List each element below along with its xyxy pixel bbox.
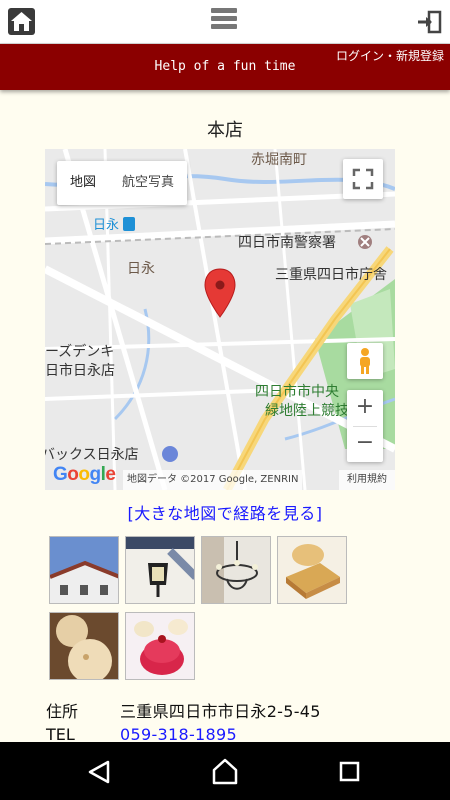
map-terms-link[interactable]: 利用規約 bbox=[339, 470, 395, 490]
home-circle-icon[interactable] bbox=[212, 758, 238, 785]
recents-square-icon[interactable] bbox=[339, 761, 360, 782]
pegman-icon bbox=[360, 348, 370, 374]
system-nav-bar bbox=[0, 742, 450, 800]
map-label-denki-branch: 日市日永店 bbox=[45, 362, 115, 379]
address-row: 住所 三重県四日市市日永2-5-45 bbox=[46, 698, 426, 721]
building-exterior-photo[interactable] bbox=[49, 536, 119, 604]
fullscreen-icon bbox=[352, 168, 374, 190]
map-attribution: 地図データ ©2017 Google, ZENRIN bbox=[123, 470, 303, 490]
map-label-akahori: 赤堀南町 bbox=[251, 152, 307, 168]
hamburger-menu-icon[interactable] bbox=[211, 8, 237, 34]
map-type-satellite-button[interactable]: 航空写真 bbox=[109, 161, 187, 205]
fullscreen-button[interactable] bbox=[343, 159, 383, 199]
street-view-pegman-button[interactable] bbox=[347, 343, 383, 379]
site-title: Help of a fun time bbox=[154, 59, 296, 74]
map-label-denki: ーズデンキ bbox=[45, 343, 114, 360]
map-label-hinaga: 日永 bbox=[127, 261, 155, 277]
chandelier-photo[interactable] bbox=[201, 536, 271, 604]
zoom-out-button[interactable]: − bbox=[347, 426, 383, 462]
wall-lamp-photo[interactable] bbox=[125, 536, 195, 604]
map-label-park: 四日市市中央 bbox=[255, 383, 339, 400]
address-label: 住所 bbox=[46, 702, 79, 721]
map-type-roadmap-button[interactable]: 地図 bbox=[57, 161, 109, 205]
home-icon[interactable] bbox=[8, 8, 35, 35]
address-value: 三重県四日市市日永2-5-45 bbox=[120, 702, 321, 721]
zoom-control: + − bbox=[347, 390, 383, 462]
map-type-control: 地図 航空写真 bbox=[57, 161, 188, 205]
map-label-police: 四日市南警察署 bbox=[238, 234, 336, 251]
map-label-bakkusu: バックス日永店 bbox=[45, 447, 139, 463]
page-title: 本店 bbox=[207, 120, 243, 141]
strawberry-cake-photo[interactable] bbox=[125, 612, 195, 680]
large-map-link[interactable]: [大きな地図で経路を見る] bbox=[0, 500, 450, 524]
top-bar bbox=[0, 0, 450, 44]
google-map[interactable]: 赤堀南町 日永 日永 四日市南警察署 三重県四日市庁舎 ーズデンキ 日市日永店 … bbox=[45, 149, 395, 490]
map-label-hinaga-station: 日永 bbox=[93, 218, 119, 233]
login-arrow-icon[interactable] bbox=[416, 9, 442, 35]
pastry-photo[interactable] bbox=[277, 536, 347, 604]
zoom-in-button[interactable]: + bbox=[347, 390, 383, 426]
map-label-pref-office: 三重県四日市庁舎 bbox=[275, 266, 387, 283]
google-logo: Google bbox=[53, 464, 116, 485]
bread-rolls-photo[interactable] bbox=[49, 612, 119, 680]
back-triangle-icon[interactable] bbox=[88, 760, 110, 784]
site-banner: ログイン・新規登録 Help of a fun time bbox=[0, 44, 450, 90]
